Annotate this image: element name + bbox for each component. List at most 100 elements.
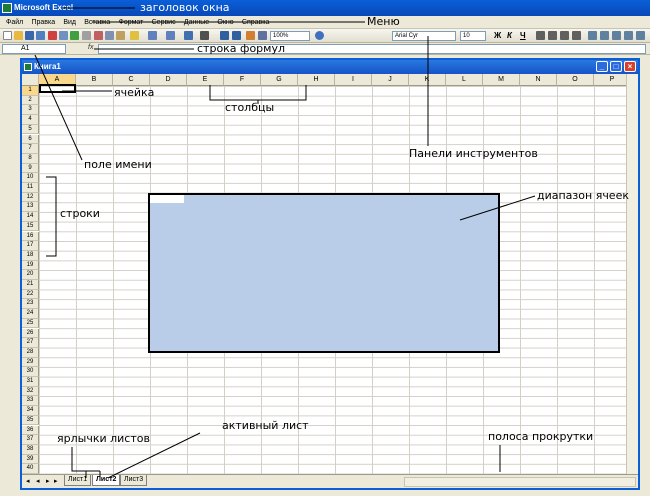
row-header-7[interactable]: 7	[22, 144, 39, 154]
row-header-19[interactable]: 19	[22, 260, 39, 271]
copy-icon[interactable]	[105, 31, 114, 40]
row-header-26[interactable]: 26	[22, 328, 39, 339]
menu-format[interactable]: Формат	[119, 16, 144, 29]
comma-style-icon[interactable]	[612, 31, 621, 40]
row-header-21[interactable]: 21	[22, 280, 39, 290]
menu-tools[interactable]: Сервис	[152, 16, 176, 29]
tab-scroll-next-icon[interactable]: ▸	[46, 477, 50, 485]
drawing-icon[interactable]	[258, 31, 267, 40]
underline-button[interactable]: Ч	[520, 31, 526, 40]
paste-icon[interactable]	[116, 31, 125, 40]
column-header-d[interactable]: D	[150, 74, 187, 86]
column-header-e[interactable]: E	[187, 74, 224, 86]
row-header-24[interactable]: 24	[22, 309, 39, 319]
column-header-g[interactable]: G	[261, 74, 298, 86]
hyperlink-icon[interactable]	[184, 31, 193, 40]
font-select[interactable]: Arial Cyr	[392, 31, 456, 41]
menu-help[interactable]: Справка	[242, 16, 269, 29]
menu-file[interactable]: Файл	[6, 16, 23, 29]
row-header-2[interactable]: 2	[22, 95, 39, 106]
row-header-6[interactable]: 6	[22, 134, 39, 145]
row-header-11[interactable]: 11	[22, 183, 39, 193]
column-header-f[interactable]: F	[224, 74, 261, 86]
row-header-9[interactable]: 9	[22, 163, 39, 174]
column-header-o[interactable]: O	[557, 74, 594, 86]
undo-icon[interactable]	[148, 31, 157, 40]
font-size-select[interactable]: 10	[460, 31, 486, 41]
row-header-27[interactable]: 27	[22, 338, 39, 348]
row-header-18[interactable]: 18	[22, 250, 39, 261]
column-header-n[interactable]: N	[520, 74, 557, 86]
row-header-17[interactable]: 17	[22, 241, 39, 251]
row-header-20[interactable]: 20	[22, 270, 39, 280]
row-header-23[interactable]: 23	[22, 299, 39, 310]
row-header-12[interactable]: 12	[22, 192, 39, 203]
chart-wizard-icon[interactable]	[246, 31, 255, 40]
vertical-scrollbar[interactable]	[626, 74, 638, 474]
selected-cell-range[interactable]	[148, 193, 500, 353]
new-icon[interactable]	[3, 31, 12, 40]
bold-button[interactable]: Ж	[494, 31, 501, 40]
horizontal-scrollbar[interactable]	[404, 477, 636, 487]
row-header-37[interactable]: 37	[22, 435, 39, 445]
row-header-32[interactable]: 32	[22, 386, 39, 397]
row-header-29[interactable]: 29	[22, 357, 39, 368]
row-header-36[interactable]: 36	[22, 425, 39, 436]
column-header-k[interactable]: K	[409, 74, 446, 86]
currency-icon[interactable]	[588, 31, 597, 40]
tab-scroll-prev-icon[interactable]: ◂	[36, 477, 40, 485]
row-header-38[interactable]: 38	[22, 444, 39, 455]
column-header-m[interactable]: M	[483, 74, 520, 86]
row-header-35[interactable]: 35	[22, 415, 39, 426]
row-header-14[interactable]: 14	[22, 212, 39, 222]
range-active-cell[interactable]	[150, 195, 184, 203]
row-header-33[interactable]: 33	[22, 396, 39, 407]
row-header-4[interactable]: 4	[22, 115, 39, 125]
close-button[interactable]: ×	[624, 61, 636, 72]
menu-insert[interactable]: Вставка	[84, 16, 110, 29]
sort-descending-icon[interactable]	[232, 31, 241, 40]
row-header-3[interactable]: 3	[22, 105, 39, 116]
autosum-icon[interactable]	[200, 31, 209, 40]
row-header-5[interactable]: 5	[22, 124, 39, 135]
spelling-icon[interactable]	[70, 31, 79, 40]
row-header-31[interactable]: 31	[22, 377, 39, 387]
row-header-8[interactable]: 8	[22, 153, 39, 164]
menu-view[interactable]: Вид	[63, 16, 76, 29]
sort-ascending-icon[interactable]	[220, 31, 229, 40]
save-icon[interactable]	[25, 31, 34, 40]
format-painter-icon[interactable]	[130, 31, 139, 40]
row-header-16[interactable]: 16	[22, 231, 39, 242]
tab-scroll-last-icon[interactable]: ▸	[54, 477, 58, 485]
row-header-39[interactable]: 39	[22, 454, 39, 465]
minimize-button[interactable]: _	[596, 61, 608, 72]
menu-window[interactable]: Окно	[217, 16, 233, 29]
row-header-28[interactable]: 28	[22, 347, 39, 358]
zoom-select[interactable]: 100%	[270, 31, 310, 41]
merge-center-icon[interactable]	[572, 31, 581, 40]
maximize-button[interactable]: □	[610, 61, 622, 72]
active-cell-a1[interactable]	[39, 84, 76, 93]
column-header-h[interactable]: H	[298, 74, 335, 86]
column-header-j[interactable]: J	[372, 74, 409, 86]
help-icon[interactable]	[315, 31, 324, 40]
menu-data[interactable]: Данные	[184, 16, 209, 29]
row-header-10[interactable]: 10	[22, 173, 39, 183]
formula-input[interactable]	[98, 44, 646, 54]
permission-icon[interactable]	[36, 31, 45, 40]
cut-icon[interactable]	[94, 31, 103, 40]
print-icon[interactable]	[48, 31, 57, 40]
align-center-icon[interactable]	[548, 31, 557, 40]
row-header-1[interactable]: 1	[22, 86, 39, 96]
menu-edit[interactable]: Правка	[31, 16, 55, 29]
open-icon[interactable]	[14, 31, 23, 40]
select-all-corner[interactable]	[22, 74, 39, 86]
sheet-tab-3[interactable]: Лист3	[120, 475, 148, 486]
fx-icon[interactable]: fx	[88, 44, 93, 51]
column-header-i[interactable]: I	[335, 74, 372, 86]
column-header-l[interactable]: L	[446, 74, 483, 86]
row-header-25[interactable]: 25	[22, 318, 39, 329]
row-header-13[interactable]: 13	[22, 202, 39, 213]
italic-button[interactable]: К	[507, 31, 512, 40]
align-left-icon[interactable]	[536, 31, 545, 40]
